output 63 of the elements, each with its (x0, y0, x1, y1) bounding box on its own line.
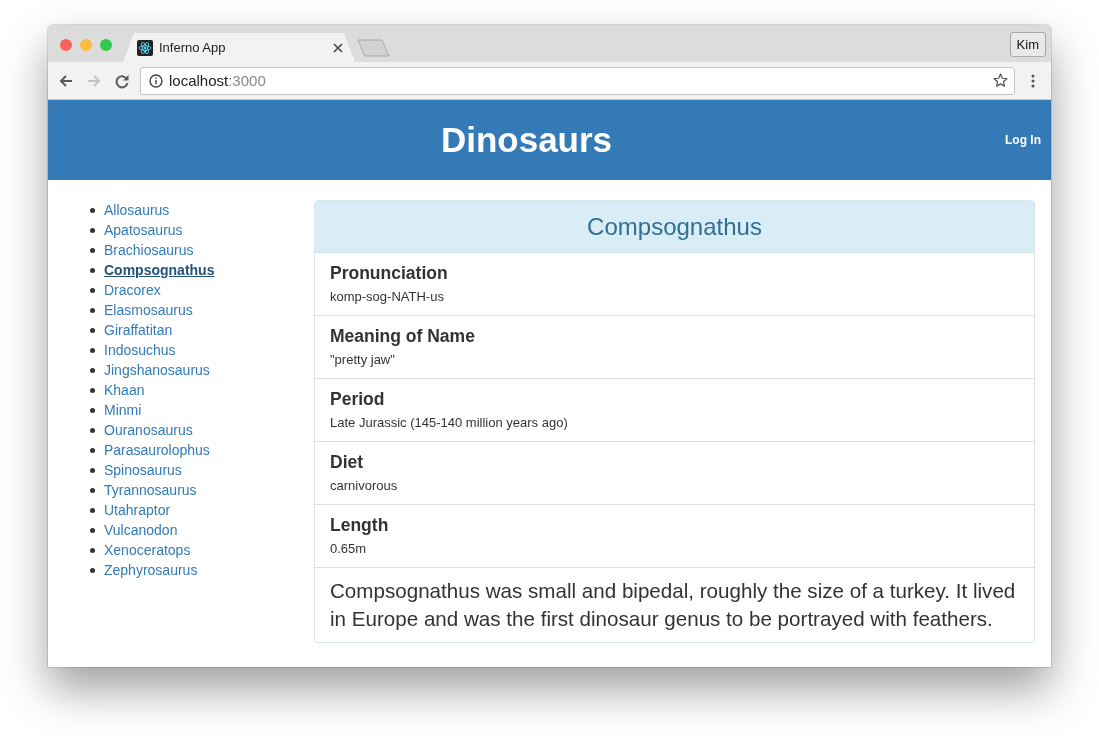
bullet-icon (90, 327, 95, 333)
field-label: Period (330, 388, 386, 410)
page-title: Dinosaurs (439, 120, 614, 160)
bullet-icon (90, 247, 95, 253)
atom-icon (137, 39, 153, 56)
profile-button[interactable]: Kim (1009, 32, 1046, 57)
star-icon[interactable] (993, 73, 1008, 88)
sidebar-link[interactable]: Brachiosaurus (104, 242, 194, 258)
bullet-icon (90, 567, 95, 573)
sidebar-link[interactable]: Spinosaurus (104, 462, 182, 478)
sidebar-link[interactable]: Dracorex (104, 282, 161, 298)
sidebar-link[interactable]: Khaan (104, 382, 145, 398)
field-value: komp-sog-NATH-us (330, 288, 445, 306)
field-value: Late Jurassic (145-140 million years ago) (330, 414, 569, 432)
field-value: carnivorous (330, 477, 399, 495)
bullet-icon (90, 367, 95, 373)
sidebar-link[interactable]: Xenoceratops (104, 542, 191, 558)
sidebar-link[interactable]: Parasaurolophus (104, 442, 210, 458)
field-label: Meaning of Name (330, 325, 476, 347)
close-icon[interactable] (333, 42, 343, 53)
bullet-icon (90, 267, 95, 273)
bullet-icon (90, 287, 95, 293)
bullet-icon (90, 447, 95, 453)
sidebar-link[interactable]: Allosaurus (104, 202, 170, 218)
reload-icon[interactable] (114, 72, 130, 89)
bullet-icon (90, 467, 95, 473)
bullet-icon (90, 387, 95, 393)
panel-title: Compsognathus (586, 212, 763, 242)
bullet-icon (90, 527, 95, 533)
sidebar-link[interactable]: Apatosaurus (104, 222, 183, 238)
bullet-icon (90, 307, 95, 313)
sidebar-link[interactable]: Zephyrosaurus (104, 562, 198, 578)
url-text: localhost:3000 (169, 72, 266, 89)
sidebar-link[interactable]: Indosuchus (104, 342, 176, 358)
address-field[interactable]: localhost:3000 (140, 66, 1015, 95)
bullet-icon (90, 547, 95, 553)
back-arrow-icon[interactable] (58, 72, 74, 89)
bullet-icon (90, 207, 95, 213)
browser-tab[interactable]: Inferno App (123, 33, 355, 62)
field-value: 0.65m (330, 540, 368, 558)
sidebar-link[interactable]: Minmi (104, 402, 142, 418)
bullet-icon (90, 507, 95, 513)
field-label: Pronunciation (330, 262, 449, 284)
bullet-icon (90, 227, 95, 233)
sidebar-link[interactable]: Vulcanodon (104, 522, 178, 538)
sidebar-link[interactable]: Utahraptor (104, 502, 171, 518)
login-link[interactable]: Log In (1005, 133, 1041, 147)
sidebar-link[interactable]: Ouranosaurus (104, 422, 193, 438)
description-text: Compsognathus was small and bipedal, roughly the size of a turkey. It lived in Europe and was the first dinosaur genus to be portrayed with feathers. (329, 578, 1017, 632)
info-icon[interactable] (149, 73, 163, 88)
sidebar-link[interactable]: Elasmosaurus (104, 302, 193, 318)
sidebar-link[interactable]: Giraffatitan (104, 322, 173, 338)
sidebar-link[interactable]: Compsognathus (104, 262, 215, 278)
bullet-icon (90, 407, 95, 413)
field-label: Diet (330, 451, 365, 473)
sidebar-link[interactable]: Tyrannosaurus (104, 482, 197, 498)
bullet-icon (90, 347, 95, 353)
bullet-icon (90, 487, 95, 493)
field-value: "pretty jaw" (330, 351, 396, 369)
bullet-icon (90, 427, 95, 433)
sidebar-link[interactable]: Jingshanosaurus (104, 362, 210, 378)
menu-icon[interactable] (1031, 73, 1035, 88)
field-label: Length (330, 514, 390, 536)
